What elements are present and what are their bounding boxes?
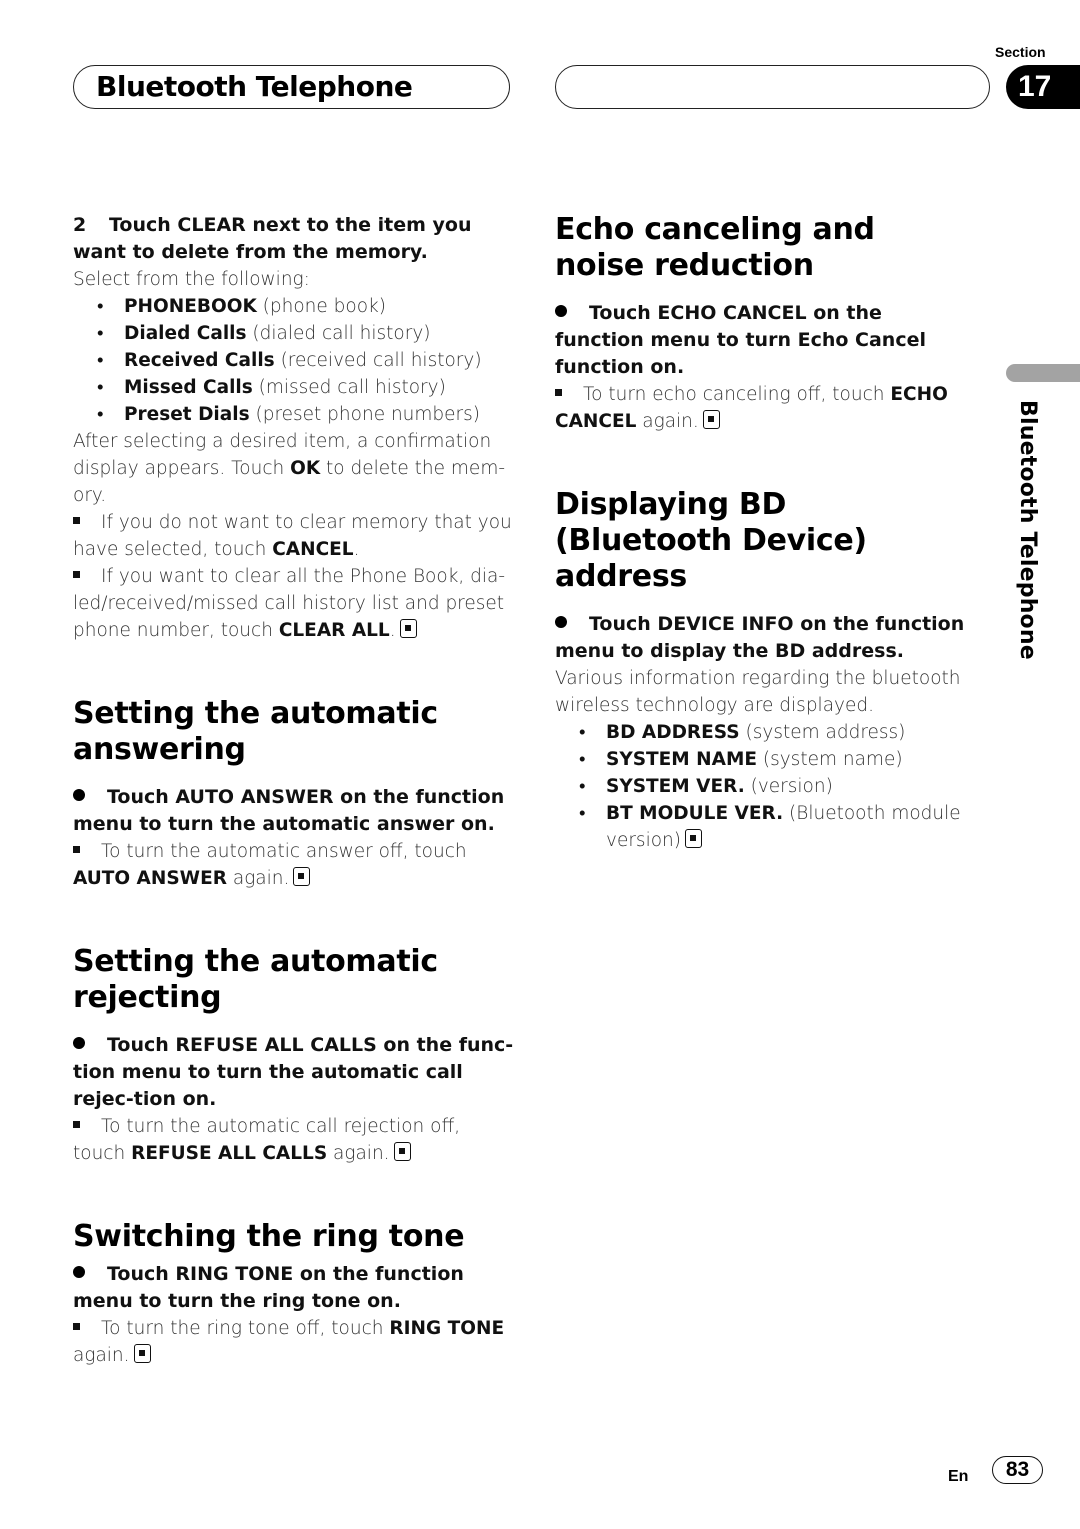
bullet-dot-icon (555, 305, 567, 317)
list-item: BT MODULE VER. (Bluetooth module version… (579, 800, 970, 854)
list-item: SYSTEM VER. (version) (579, 773, 970, 800)
end-mark-icon (702, 410, 720, 429)
instruction-echo-cancel: Touch ECHO CANCEL on the function menu t… (555, 302, 926, 378)
language-code: En (948, 1468, 969, 1485)
confirmation-paragraph: After selecting a desired item, a confir… (73, 431, 506, 506)
heading-bd-address: Displaying BD (Bluetooth Device) address (555, 487, 867, 594)
list-item: Preset Dials (preset phone numbers) (97, 401, 518, 428)
list-item: PHONEBOOK (phone book) (97, 293, 518, 320)
note-cancel: If you do not want to clear memory that … (73, 512, 512, 560)
note-square-icon (73, 846, 80, 853)
end-mark-icon (133, 1344, 151, 1363)
side-index-label: Bluetooth Telephone (1015, 400, 1040, 660)
step-number: 2 (73, 214, 87, 236)
end-mark-icon (393, 1142, 411, 1161)
chapter-title-box: Bluetooth Telephone (73, 65, 510, 109)
note-ring-tone: To turn the ring tone off, touch RING TO… (73, 1318, 505, 1366)
select-intro: Select from the following: (73, 269, 310, 290)
note-auto-answer: To turn the automatic answer off, touch … (73, 841, 467, 889)
list-item: Dialed Calls (dialed call history) (97, 320, 518, 347)
bullet-dot-icon (73, 1037, 85, 1049)
list-item: Received Calls (received call history) (97, 347, 518, 374)
list-item: BD ADDRESS (system address) (579, 719, 970, 746)
section-tab: 17 (1006, 65, 1080, 109)
chapter-title: Bluetooth Telephone (96, 70, 413, 103)
section-label: Section (995, 44, 1046, 60)
device-info-list: BD ADDRESS (system address) SYSTEM NAME … (555, 719, 970, 854)
note-square-icon (73, 571, 80, 578)
bd-address-body: Various information regarding the blueto… (555, 668, 961, 716)
bullet-dot-icon (73, 1266, 85, 1278)
bullet-dot-icon (73, 789, 85, 801)
step-2: 2 Touch CLEAR next to the item you want t… (73, 212, 518, 266)
heading-auto-answer: Setting the automatic answering (73, 696, 438, 767)
end-mark-icon (293, 867, 311, 886)
heading-auto-reject: Setting the automatic rejecting (73, 944, 438, 1015)
subtitle-box (555, 65, 990, 109)
list-item: Missed Calls (missed call history) (97, 374, 518, 401)
bullet-dot-icon (555, 616, 567, 628)
page-number: 83 (992, 1456, 1043, 1484)
note-square-icon (555, 389, 562, 396)
end-mark-icon (399, 619, 417, 638)
section-number: 17 (1018, 70, 1052, 103)
list-item: SYSTEM NAME (system name) (579, 746, 970, 773)
end-mark-icon (684, 829, 702, 848)
instruction-ring-tone: Touch RING TONE on the function menu to … (73, 1263, 464, 1312)
right-column: Echo canceling and noise reduction Touch… (555, 212, 970, 854)
instruction-auto-reject: Touch REFUSE ALL CALLS on the func-tion … (73, 1034, 514, 1110)
instruction-auto-answer: Touch AUTO ANSWER on the function menu t… (73, 786, 505, 835)
memory-item-list: PHONEBOOK (phone book) Dialed Calls (dia… (73, 293, 518, 428)
step-text: Touch CLEAR next to the item you want to… (73, 214, 472, 263)
note-echo-cancel: To turn echo canceling off, touch ECHO C… (555, 384, 948, 432)
note-clear-all: If you want to clear all the Phone Book,… (73, 566, 506, 641)
note-square-icon (73, 1323, 80, 1330)
left-column: 2 Touch CLEAR next to the item you want t… (73, 212, 518, 1369)
heading-ring-tone: Switching the ring tone (73, 1219, 465, 1254)
note-square-icon (73, 517, 80, 524)
side-index-tab (1006, 364, 1080, 382)
note-square-icon (73, 1121, 80, 1128)
instruction-bd-address: Touch DEVICE INFO on the function menu t… (555, 613, 965, 662)
heading-echo-cancel: Echo canceling and noise reduction (555, 212, 875, 283)
note-auto-reject: To turn the automatic call rejection off… (73, 1116, 461, 1164)
